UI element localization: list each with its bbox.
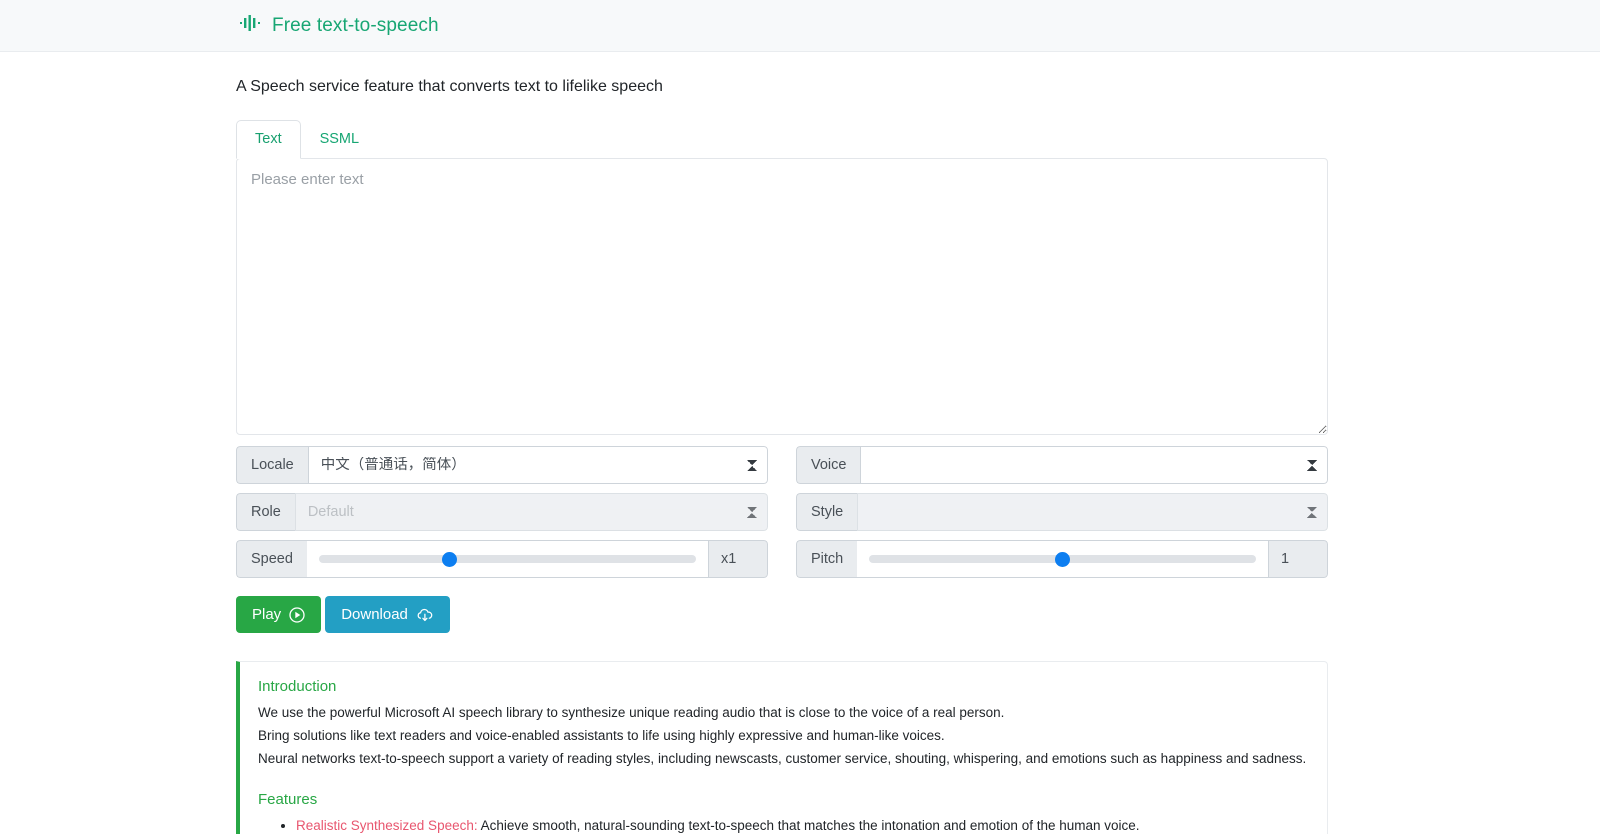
voice-label: Voice	[796, 446, 861, 485]
locale-select[interactable]: 中文（普通话，简体）	[307, 446, 768, 485]
speed-slider[interactable]	[318, 555, 696, 564]
list-item: Realistic Synthesized Speech: Achieve sm…	[296, 816, 1309, 834]
style-group: Style	[796, 493, 1328, 532]
tab-ssml[interactable]: SSML	[301, 120, 379, 159]
feature-desc: Achieve smooth, natural-sounding text-to…	[477, 817, 1140, 833]
voice-group: Voice	[796, 446, 1328, 485]
intro-line: We use the powerful Microsoft AI speech …	[258, 705, 1005, 721]
pitch-slider-track	[857, 540, 1268, 579]
site-header: Free text-to-speech	[0, 0, 1600, 52]
locale-label: Locale	[236, 446, 308, 485]
brand-title: Free text-to-speech	[272, 14, 439, 36]
tab-bar: Text SSML	[236, 120, 1364, 160]
style-select[interactable]	[857, 493, 1328, 532]
feature-name: Realistic Synthesized Speech:	[296, 817, 478, 833]
download-button-label: Download	[341, 606, 408, 624]
play-button[interactable]: Play	[236, 596, 322, 634]
controls-grid: Locale 中文（普通话，简体） Voice Role Default Sty…	[236, 446, 1364, 579]
action-buttons: Play Download	[236, 596, 1364, 634]
cloud-download-icon	[416, 607, 434, 623]
editor-wrap	[236, 158, 1364, 436]
page-subtitle: A Speech service feature that converts t…	[236, 78, 663, 95]
features-heading: Features	[258, 790, 318, 808]
style-label: Style	[796, 493, 858, 532]
role-label: Role	[236, 493, 295, 532]
features-list: Realistic Synthesized Speech: Achieve sm…	[258, 816, 1309, 834]
page-content: A Speech service feature that converts t…	[0, 76, 1600, 834]
tab-text[interactable]: Text	[236, 120, 301, 160]
download-button[interactable]: Download	[325, 596, 450, 634]
speed-value: x1	[708, 540, 768, 579]
play-button-label: Play	[252, 606, 282, 624]
speed-group: Speed x1	[236, 540, 768, 579]
brand-link[interactable]: Free text-to-speech	[240, 13, 439, 38]
pitch-group: Pitch 1	[796, 540, 1328, 579]
pitch-slider[interactable]	[869, 555, 1256, 564]
locale-group: Locale 中文（普通话，简体）	[236, 446, 768, 485]
pitch-label: Pitch	[796, 540, 858, 579]
text-input[interactable]	[236, 158, 1328, 436]
voice-select[interactable]	[860, 446, 1328, 485]
pitch-value: 1	[1268, 540, 1328, 579]
speed-label: Speed	[236, 540, 307, 579]
role-group: Role Default	[236, 493, 768, 532]
introduction-heading: Introduction	[258, 678, 337, 696]
play-circle-icon	[289, 607, 305, 623]
role-select[interactable]: Default	[294, 493, 768, 532]
speed-slider-track	[306, 540, 708, 579]
intro-line: Neural networks text-to-speech support a…	[258, 750, 1307, 766]
intro-line: Bring solutions like text readers and vo…	[258, 728, 945, 744]
info-panel: Introduction We use the powerful Microso…	[236, 661, 1328, 834]
audio-waveform-icon	[240, 13, 262, 38]
